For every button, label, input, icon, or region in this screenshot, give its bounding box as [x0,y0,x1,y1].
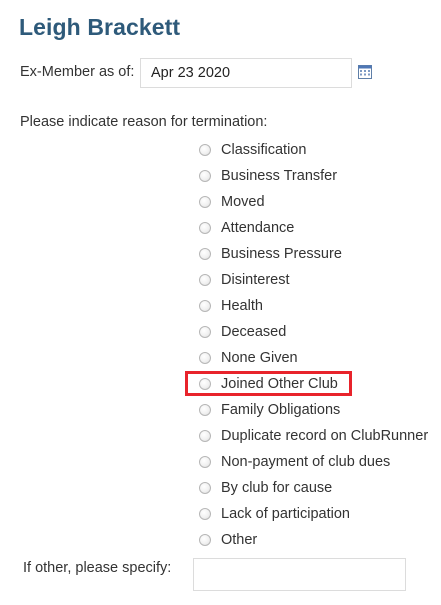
other-specify-input[interactable] [193,558,406,591]
reason-option-label[interactable]: Attendance [221,220,294,236]
reason-option[interactable]: Business Transfer [199,166,337,186]
radio-button[interactable] [199,326,211,338]
reason-option-label[interactable]: Deceased [221,324,286,340]
reason-option[interactable]: Family Obligations [199,400,340,420]
reason-option[interactable]: Non-payment of club dues [199,452,390,472]
ex-member-date-input[interactable] [140,58,352,88]
reason-option-label[interactable]: Duplicate record on ClubRunner [221,428,428,444]
radio-button[interactable] [199,508,211,520]
member-name-title: Leigh Brackett [19,14,181,40]
radio-button[interactable] [199,248,211,260]
radio-button[interactable] [199,430,211,442]
reason-option-label[interactable]: Business Transfer [221,168,337,184]
reason-option-label[interactable]: Other [221,532,257,548]
reason-option[interactable]: Disinterest [199,270,290,290]
reason-option-label[interactable]: Health [221,298,263,314]
radio-button[interactable] [199,378,211,390]
radio-button[interactable] [199,482,211,494]
radio-button[interactable] [199,170,211,182]
radio-button[interactable] [199,534,211,546]
radio-button[interactable] [199,404,211,416]
reason-option-label[interactable]: Family Obligations [221,402,340,418]
ex-member-date-label: Ex-Member as of: [20,64,135,80]
reason-option-label[interactable]: Non-payment of club dues [221,454,390,470]
reason-option[interactable]: Health [199,296,263,316]
reason-option[interactable]: Business Pressure [199,244,342,264]
reason-option-label[interactable]: None Given [221,350,298,366]
calendar-icon[interactable] [358,65,372,79]
radio-button[interactable] [199,196,211,208]
reason-option[interactable]: By club for cause [199,478,332,498]
reason-option-label[interactable]: Lack of participation [221,506,350,522]
reason-option-label[interactable]: Joined Other Club [221,376,338,392]
reason-option[interactable]: Classification [199,140,306,160]
radio-button[interactable] [199,274,211,286]
other-specify-label: If other, please specify: [23,560,172,576]
radio-button[interactable] [199,144,211,156]
reason-option-label[interactable]: Moved [221,194,265,210]
reason-option-label[interactable]: Classification [221,142,306,158]
reason-option[interactable]: Moved [199,192,265,212]
radio-button[interactable] [199,222,211,234]
reason-option[interactable]: Deceased [199,322,286,342]
reason-option[interactable]: Joined Other Club [199,374,338,394]
radio-button[interactable] [199,456,211,468]
reason-option[interactable]: Duplicate record on ClubRunner [199,426,428,446]
reason-option[interactable]: Other [199,530,257,550]
reason-option[interactable]: Lack of participation [199,504,350,524]
reason-option[interactable]: None Given [199,348,298,368]
radio-button[interactable] [199,300,211,312]
reason-option-label[interactable]: Business Pressure [221,246,342,262]
radio-button[interactable] [199,352,211,364]
reason-option[interactable]: Attendance [199,218,294,238]
reason-option-label[interactable]: By club for cause [221,480,332,496]
reason-option-label[interactable]: Disinterest [221,272,290,288]
termination-reason-prompt: Please indicate reason for termination: [20,114,268,130]
